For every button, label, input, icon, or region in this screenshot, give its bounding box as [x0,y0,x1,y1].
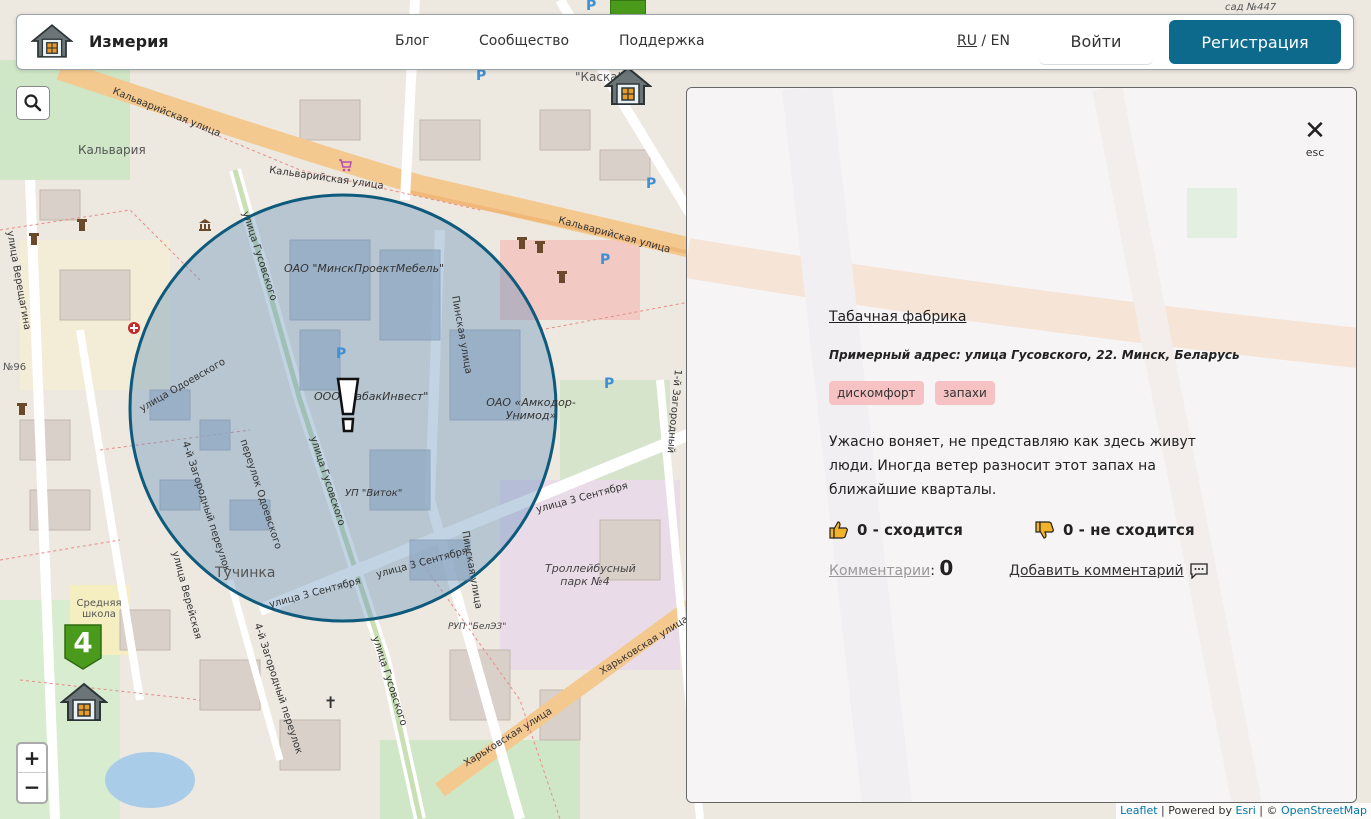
parking-icon: P [476,68,487,84]
shop-icon[interactable] [338,158,352,172]
pond [105,752,195,808]
memorial-icon[interactable] [28,232,40,246]
add-comment-label: Добавить комментарий [1009,563,1184,579]
logo-house-icon[interactable] [31,23,73,59]
place-label: ОАО «Амкодор-Унимод» [486,396,576,422]
church-icon[interactable]: ✝ [324,693,337,712]
memorial-icon[interactable] [516,236,528,250]
place-label: УП "Виток" [345,488,403,499]
osm-link[interactable]: OpenStreetMap [1281,804,1367,817]
comments-count: 0 [939,556,954,580]
close-icon: ✕ [1304,116,1326,146]
place-label: №96 [3,362,27,373]
place-address: Примерный адрес: улица Гусовского, 22. М… [829,348,1240,362]
comment-bubble-icon [1190,563,1208,579]
thumbs-down-icon [1035,521,1054,539]
nav-community[interactable]: Сообщество [479,33,569,49]
close-panel-button[interactable]: ✕ esc [1299,118,1331,162]
place-label: Троллейбусный парк №4 [545,562,636,588]
alert-marker-icon[interactable] [334,376,362,434]
top-navbar: Измерия Блог Сообщество Поддержка RU / E… [16,14,1354,70]
disagree-count: 0 - не сходится [1063,521,1195,539]
memorial-icon[interactable] [534,240,546,254]
attribution-text: | Powered by [1157,804,1236,817]
comments-colon: : [930,563,935,579]
comments-counter: Комментарии: 0 [829,556,953,580]
language-switcher: RU / EN [957,33,1010,49]
place-info-panel: ✕ esc Табачная фабрика Примерный адрес: … [686,87,1357,803]
place-title[interactable]: Табачная фабрика [829,309,966,325]
parking-icon: P [336,346,347,362]
agree-count: 0 - сходится [857,521,963,539]
leaflet-link[interactable]: Leaflet [1120,804,1157,817]
zoom-in-button[interactable]: + [18,744,46,773]
nav-support[interactable]: Поддержка [619,33,705,49]
add-comment-link[interactable]: Добавить комментарий [1009,563,1208,579]
memorial-icon[interactable] [76,218,88,232]
thumbs-up-icon [829,521,848,539]
tag-discomfort[interactable]: дискомфорт [829,381,924,405]
disagree-vote[interactable]: 0 - не сходится [1035,520,1195,540]
comments-link[interactable]: Комментарии [829,563,930,579]
search-icon [24,94,42,112]
lang-ru[interactable]: RU [957,33,977,49]
esri-link[interactable]: Esri [1236,804,1256,817]
place-label: РУП "БелЭЗ" [448,622,507,632]
report-description: Ужасно воняет, не представляю как здесь … [829,434,1196,498]
attribution-text: | © [1255,804,1281,817]
place-label: Кальвария [78,143,146,157]
tag-smells[interactable]: запахи [935,381,995,405]
lang-separator: / [976,33,991,49]
esc-hint: esc [1305,146,1325,159]
lang-en[interactable]: EN [991,33,1010,49]
zoom-out-button[interactable]: − [18,773,46,802]
place-label: сад №447 [1225,2,1277,13]
nav-blog[interactable]: Блог [395,33,429,49]
place-label: ОАО "МинскПроектМебель" [284,262,445,275]
agree-vote[interactable]: 0 - сходится [829,520,963,540]
memorial-icon[interactable] [16,402,28,416]
register-button[interactable]: Регистрация [1169,20,1341,64]
place-label: ООО "ТабакИнвест" [314,390,429,403]
house-marker-icon[interactable] [604,66,652,106]
parking-icon: P [646,176,657,192]
map-attribution: Leaflet | Powered by Esri | © OpenStreet… [1116,803,1371,819]
hospital-icon[interactable] [127,321,141,335]
logo-text[interactable]: Измерия [89,32,169,51]
place-label: Тучинка [215,565,276,581]
school-number: 4 [73,626,93,659]
parking-icon: P [586,0,597,14]
map-search-button[interactable] [16,86,50,120]
memorial-icon[interactable] [556,270,568,284]
place-label: Средняя школа [76,598,122,620]
parking-icon: P [604,376,615,392]
house-marker-icon[interactable] [60,682,108,722]
school-marker-icon[interactable]: 4 [64,624,102,670]
login-button[interactable]: Войти [1039,19,1153,65]
parking-icon: P [600,252,611,268]
zoom-control: + − [16,742,48,804]
museum-icon[interactable] [198,218,212,232]
